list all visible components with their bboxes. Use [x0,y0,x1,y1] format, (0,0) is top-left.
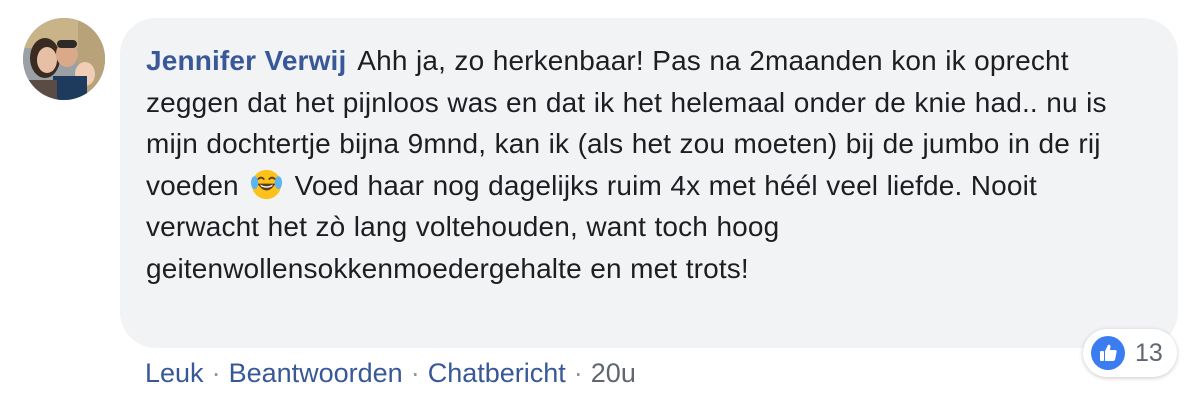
thumbs-up-icon [1091,336,1125,370]
timestamp[interactable]: 20u [591,358,636,388]
reply-link[interactable]: Beantwoorden [229,358,403,388]
comment-author-link[interactable]: Jennifer Verwij [146,45,346,76]
message-link[interactable]: Chatbericht [428,358,566,388]
comment-bubble: Jennifer Verwij Ahh ja, zo herkenbaar! P… [120,18,1178,348]
like-link[interactable]: Leuk [145,358,204,388]
reaction-summary[interactable]: 13 [1083,329,1177,377]
avatar-photo [23,18,105,100]
separator: · [211,358,221,388]
comment: Jennifer Verwij Ahh ja, zo herkenbaar! P… [0,0,1200,403]
comment-body: Jennifer Verwij Ahh ja, zo herkenbaar! P… [146,40,1152,289]
reaction-count: 13 [1135,338,1163,367]
laughing-tears-emoji [251,169,283,199]
avatar[interactable] [23,18,105,100]
comment-actions: Leuk · Beantwoorden · Chatbericht · 20u [145,358,636,389]
separator: · [410,358,420,388]
separator: · [573,358,583,388]
